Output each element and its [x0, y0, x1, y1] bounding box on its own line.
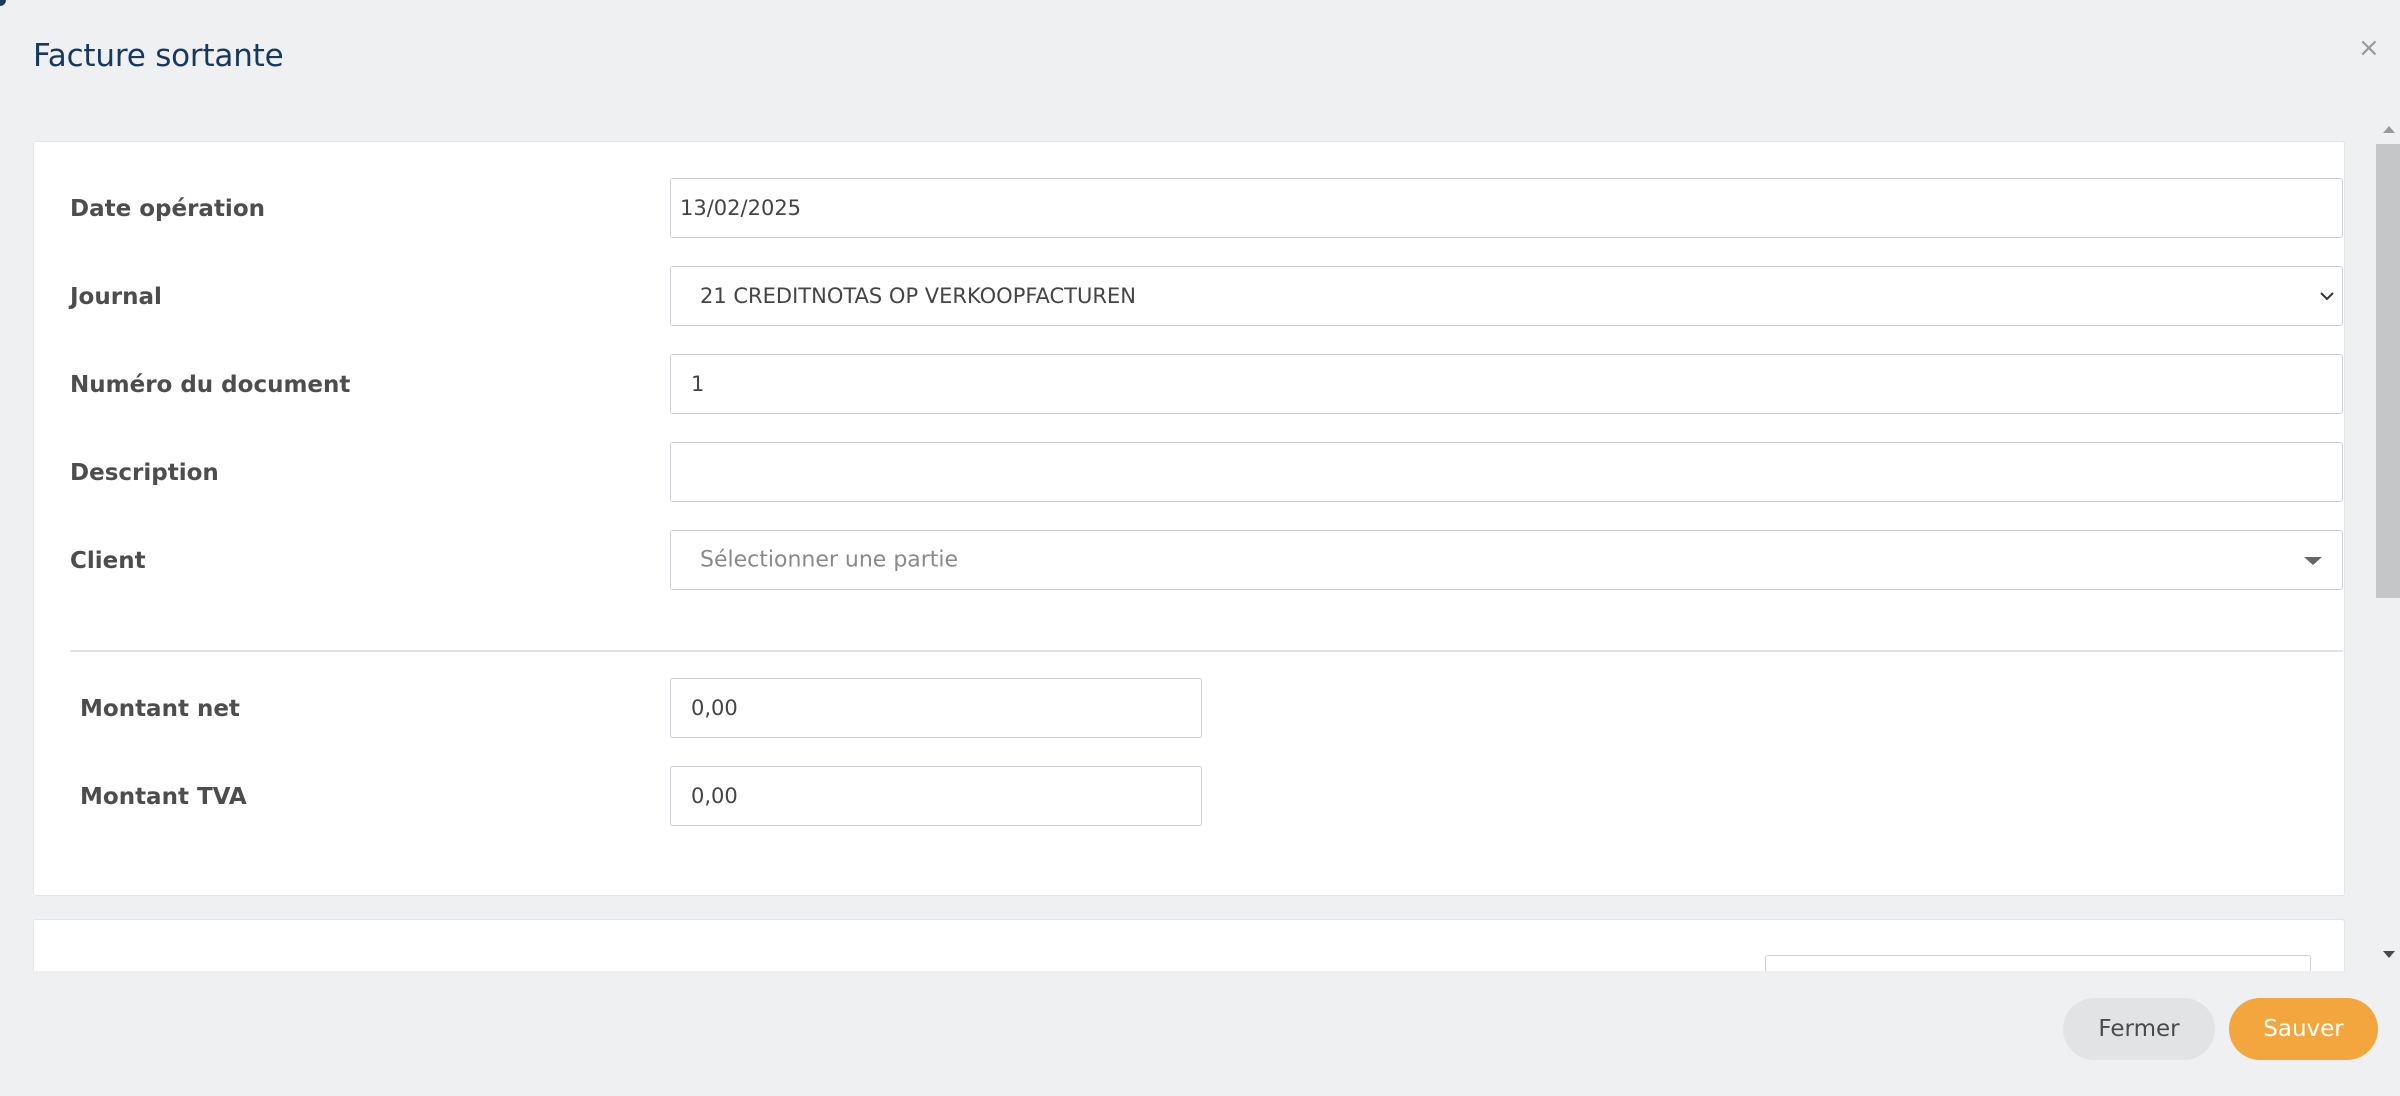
scroll-thumb[interactable]: [2376, 144, 2400, 598]
section-divider: [70, 650, 2343, 652]
description-label: Description: [70, 460, 219, 486]
date-label: Date opération: [70, 196, 265, 222]
form-row-document-number: Numéro du document: [70, 354, 2343, 416]
window-corner-mark: [0, 0, 6, 6]
form-row-net-amount: Montant net: [70, 678, 2308, 740]
client-select-placeholder: Sélectionner une partie: [700, 547, 959, 573]
scroll-down-icon[interactable]: [2383, 951, 2395, 958]
form-row-client: Client Sélectionner une partie: [70, 530, 2343, 592]
modal-title: Facture sortante: [33, 38, 284, 74]
modal-scrollbar[interactable]: [2373, 120, 2400, 971]
description-input[interactable]: [670, 442, 2343, 502]
caret-down-icon: [2304, 557, 2322, 565]
net-amount-label: Montant net: [80, 696, 240, 722]
save-button[interactable]: Sauver: [2229, 998, 2378, 1060]
form-row-date: Date opération: [70, 178, 2343, 240]
client-select[interactable]: Sélectionner une partie: [670, 530, 2343, 590]
modal-body: Date opération Journal 21 CREDITNOTAS OP…: [0, 120, 2400, 971]
document-number-input[interactable]: [670, 354, 2343, 414]
form-row-description: Description: [70, 442, 2343, 504]
chevron-down-icon: [2320, 292, 2334, 301]
vat-amount-input[interactable]: [670, 766, 1202, 826]
date-input[interactable]: [670, 178, 2343, 238]
scroll-up-icon[interactable]: [2383, 126, 2395, 133]
client-label: Client: [70, 548, 146, 574]
form-row-vat-amount: Montant TVA: [70, 766, 2308, 828]
net-amount-input[interactable]: [670, 678, 1202, 738]
journal-select[interactable]: 21 CREDITNOTAS OP VERKOOPFACTUREN: [670, 266, 2343, 326]
close-icon[interactable]: ×: [2358, 35, 2380, 61]
vat-amount-label: Montant TVA: [80, 784, 247, 810]
close-button[interactable]: Fermer: [2063, 998, 2215, 1060]
journal-select-value: 21 CREDITNOTAS OP VERKOOPFACTUREN: [700, 284, 1136, 308]
document-number-label: Numéro du document: [70, 372, 351, 398]
journal-label: Journal: [70, 284, 162, 310]
next-panel: [33, 919, 2345, 971]
next-panel-input[interactable]: [1765, 955, 2311, 971]
form-row-journal: Journal 21 CREDITNOTAS OP VERKOOPFACTURE…: [70, 266, 2343, 328]
invoice-details-panel: Date opération Journal 21 CREDITNOTAS OP…: [33, 141, 2345, 896]
